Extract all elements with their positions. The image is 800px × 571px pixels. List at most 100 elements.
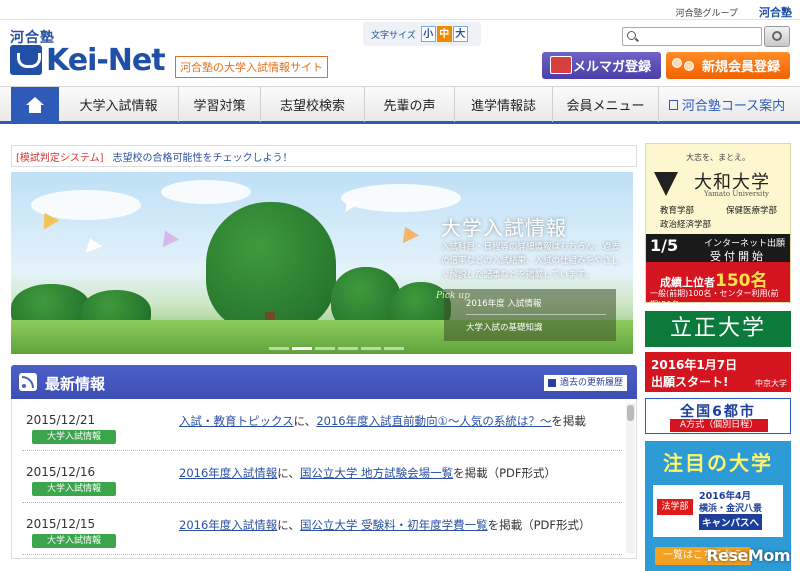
search-button[interactable] (764, 26, 790, 47)
carousel-dot[interactable] (315, 347, 335, 350)
carousel-dot-active[interactable] (292, 347, 312, 350)
bird-icon (81, 235, 103, 253)
featured-title: 注目の大学 (663, 451, 773, 475)
mail-magazine-label: メルマガ登録 (572, 60, 651, 75)
hero-title: 大学入試情報 (441, 216, 567, 240)
hero-banner[interactable]: 大学入試情報 入試科目・日程等の詳細情報はもちろん、過去の倍率などの入試結果、入… (11, 172, 633, 354)
news-suffix: を掲載 (551, 414, 586, 428)
featured-card[interactable]: 法学部 2016年4月 横浜・金沢八景 キャンパスへ (653, 485, 783, 537)
carousel-dot[interactable] (384, 347, 404, 350)
ad-date-strip: 1/5 インターネット出願 受付開始 (646, 234, 790, 263)
ad-chukyo-university[interactable]: 2016年1月7日 出願スタート! 中京大学 (645, 352, 791, 392)
news-tag: 大学入試情報 (32, 430, 116, 444)
pickup-item-entrance-info[interactable]: 2016年度 入試情報 (466, 297, 541, 309)
carousel-dots (269, 347, 404, 350)
logo-text: Kei-Net (46, 42, 166, 78)
news-link-secondary[interactable]: 国公立大学 受験料・初年度学費一覧 (300, 518, 488, 532)
home-icon (26, 96, 44, 113)
nav-item-admissions[interactable]: 大学入試情報 (59, 87, 179, 122)
ad-university-name-en: Yamato University (704, 190, 770, 198)
news-suffix: を掲載（PDF形式） (453, 466, 556, 480)
news-tag: 大学入試情報 (32, 534, 116, 548)
nav-home[interactable] (11, 87, 59, 122)
mail-icon (550, 56, 572, 74)
scroll-thumb[interactable] (627, 405, 634, 421)
register-label: 新規会員登録 (701, 60, 780, 75)
site-tagline: 河合塾の大学入試情報サイト (175, 56, 328, 78)
nav-item-member-menu[interactable]: 会員メニュー (553, 87, 659, 122)
news-archive-link[interactable]: 過去の更新履歴 (543, 375, 627, 391)
pickup-box: Pick up 2016年度 入試情報 大学入試の基礎知識 (436, 289, 616, 341)
ad-six-cities[interactable]: 全国6都市 A方式（個別日程） (645, 398, 791, 434)
nav-item-magazine[interactable]: 進学情報誌 (455, 87, 553, 122)
cloud (161, 180, 251, 204)
ad-chukyo-start: 出願スタート! (651, 375, 729, 389)
news-suffix: を掲載（PDF形式） (487, 518, 591, 532)
pickup-label: Pick up (436, 291, 470, 301)
notice-tag: [模試判定システム] (16, 152, 104, 164)
pickup-item-basics[interactable]: 大学入試の基礎知識 (466, 321, 543, 333)
search-input[interactable] (622, 27, 762, 46)
magnifier-icon (772, 31, 782, 41)
carousel-dot[interactable] (269, 347, 289, 350)
featured-info: キャンパスへ (699, 514, 763, 530)
featured-faculty-badge: 法学部 (657, 499, 693, 515)
ad-top-scorers-note: 一般(前期)100名・センター利用(前期)50名 (650, 289, 779, 302)
ad-six-cities-subtitle: A方式（個別日程） (670, 419, 768, 432)
site-logo[interactable]: Kei-Net (10, 42, 166, 78)
ad-rissho-university[interactable]: 立正大学 (645, 311, 791, 347)
mail-magazine-button[interactable]: メルマガ登録 (542, 52, 661, 79)
carousel-dot[interactable] (361, 347, 381, 350)
news-text: 入試・教育トピックスに、2016年度入試直前動向①～人気の系統は？～を掲載 (179, 413, 586, 429)
external-link-icon (668, 99, 678, 110)
carousel-dot[interactable] (338, 347, 358, 350)
ad-top-scorers: 成績上位者150名 一般(前期)100名・センター利用(前期)50名 (646, 262, 790, 302)
news-tag: 大学入試情報 (32, 482, 116, 496)
font-size-switcher: 文字サイズ 小 中 大 (363, 22, 481, 46)
news-link-primary[interactable]: 入試・教育トピックス (179, 414, 294, 428)
logo-mark-icon (10, 45, 42, 75)
news-header: 最新情報 過去の更新履歴 (11, 365, 637, 399)
notice-text[interactable]: 志望校の合格可能性をチェックしよう！ (113, 149, 293, 164)
nav-item-senior-voices[interactable]: 先輩の声 (365, 87, 455, 122)
news-connector: に、 (293, 414, 317, 428)
ad-six-cities-title: 全国6都市 (680, 404, 756, 420)
news-item: 2015/12/21 大学入試情報 入試・教育トピックスに、2016年度入試直前… (22, 399, 622, 451)
pickup-divider (466, 314, 606, 315)
ad-chukyo-logo: 中京大学 (755, 379, 787, 388)
ad-faculty: 教育学部 (660, 206, 695, 216)
ad-yamato-university[interactable]: 大志を、まとえ。 大和大学 Yamato University 教育学部 保健医… (645, 143, 791, 303)
nav-item-course-guide[interactable]: 河合塾コース案内 (659, 87, 795, 122)
news-link-secondary[interactable]: 国公立大学 地方試験会場一覧 (300, 466, 453, 480)
rss-icon (19, 373, 37, 391)
font-size-small-button[interactable]: 小 (420, 26, 436, 42)
group-logo[interactable]: 河合塾 (759, 4, 792, 20)
news-text: 2016年度入試情報に、国公立大学 地方試験会場一覧を掲載（PDF形式） (179, 465, 556, 481)
featured-info: 2016年4月 (699, 491, 752, 502)
bird-icon (396, 222, 420, 244)
font-size-medium-button[interactable]: 中 (436, 26, 452, 42)
ad-catchphrase: 大志を、まとえ。 (686, 153, 750, 162)
nav-item-school-search[interactable]: 志望校検索 (261, 87, 365, 122)
news-scrollbar[interactable] (626, 403, 635, 553)
news-link-primary[interactable]: 2016年度入試情報 (179, 518, 277, 532)
main-nav: 大学入試情報 学習対策 志望校検索 先輩の声 進学情報誌 会員メニュー 河合塾コ… (0, 86, 800, 124)
ad-faculty: 政治経済学部 (660, 220, 712, 230)
ad-faculty: 保健医療学部 (726, 206, 778, 216)
group-label[interactable]: 河合塾グループ (676, 6, 738, 19)
nav-item-study[interactable]: 学習対策 (179, 87, 261, 122)
cloud (341, 184, 461, 212)
news-item: 2015/12/16 大学入試情報 2016年度入試情報に、国公立大学 地方試験… (22, 451, 622, 503)
news-text: 2016年度入試情報に、国公立大学 受験料・初年度学費一覧を掲載（PDF形式） (179, 517, 591, 533)
news-connector: に、 (277, 518, 300, 532)
news-date: 2015/12/16 (26, 465, 96, 479)
nav-item-course-guide-label: 河合塾コース案内 (681, 99, 786, 114)
notice-bar[interactable]: [模試判定システム] 志望校の合格可能性をチェックしよう！ (11, 145, 637, 167)
register-button[interactable]: 新規会員登録 (666, 52, 790, 79)
news-link-secondary[interactable]: 2016年度入試直前動向①～人気の系統は？～ (316, 414, 551, 428)
font-size-large-button[interactable]: 大 (452, 26, 468, 42)
font-size-label: 文字サイズ (371, 30, 416, 41)
news-link-primary[interactable]: 2016年度入試情報 (179, 466, 277, 480)
top-strip: 河合塾グループ 河合塾 (0, 0, 800, 20)
news-date: 2015/12/21 (26, 413, 96, 427)
